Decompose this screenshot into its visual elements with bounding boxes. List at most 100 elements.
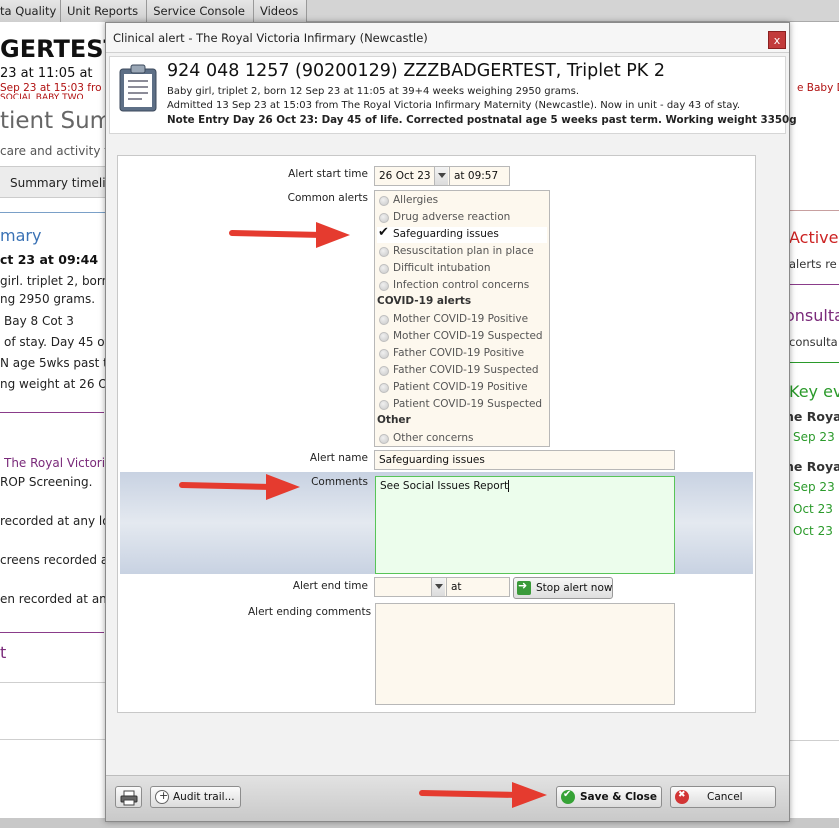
radio-icon — [379, 264, 389, 274]
alert-option-father-covid-positive[interactable]: Father COVID-19 Positive — [377, 346, 547, 362]
bg-hospital-link[interactable]: The Royal Victoria — [4, 456, 110, 470]
patient-name: 924 048 1257 (90200129) ZZZBADGERTEST, T… — [167, 61, 665, 81]
close-button[interactable]: x — [768, 31, 786, 49]
tab-service-console[interactable]: Service Console — [147, 0, 254, 22]
close-icon: x — [773, 34, 781, 47]
bg-tab-strip: Summary timelin — [0, 166, 110, 198]
alert-name-input[interactable]: Safeguarding issues — [374, 450, 675, 470]
bg-consult-heading: onsulta — [785, 306, 839, 325]
alert-option-difficult-intubation[interactable]: Difficult intubation — [377, 261, 547, 277]
radio-icon — [379, 366, 389, 376]
bg-rop-text: ROP Screening. — [0, 475, 93, 489]
tab-videos[interactable]: Videos — [254, 0, 308, 22]
divider — [0, 412, 104, 413]
bg-consult-text: consulta — [789, 335, 838, 349]
bg-alerts-text: alerts re — [789, 257, 837, 271]
alert-option-other-concerns[interactable]: Other concerns — [377, 431, 547, 447]
alert-option-patient-covid-suspected[interactable]: Patient COVID-19 Suspected — [377, 397, 547, 413]
bg-royal-2: he Royal — [785, 459, 839, 474]
patient-note-line: Note Entry Day 26 Oct 23: Day 45 of life… — [167, 114, 797, 126]
alert-ending-comments-textarea[interactable] — [375, 603, 675, 705]
dropdown-arrow-icon[interactable] — [434, 167, 448, 185]
divider — [0, 682, 110, 683]
dialog-title: Clinical alert - The Royal Victoria Infi… — [113, 31, 428, 45]
radio-icon — [379, 332, 389, 342]
bg-summary-heading: mary — [0, 226, 42, 245]
other-alerts-group-label: Other — [377, 414, 411, 426]
radio-icon — [379, 196, 389, 206]
alert-option-mother-covid-suspected[interactable]: Mother COVID-19 Suspected — [377, 329, 547, 345]
radio-icon — [379, 400, 389, 410]
alert-option-father-covid-suspected[interactable]: Father COVID-19 Suspected — [377, 363, 547, 379]
annotation-arrow-icon — [229, 222, 350, 248]
radio-icon — [379, 383, 389, 393]
patient-banner: 924 048 1257 (90200129) ZZZBADGERTEST, T… — [109, 56, 797, 134]
bg-date-1: Sep 23 — [793, 430, 835, 444]
radio-icon — [379, 315, 389, 325]
alert-option-patient-covid-positive[interactable]: Patient COVID-19 Positive — [377, 380, 547, 396]
save-and-close-button[interactable]: Save & Close — [556, 786, 662, 808]
alert-start-date-input[interactable]: 26 Oct 23 — [374, 166, 452, 186]
alert-start-time-label: Alert start time — [288, 168, 368, 180]
cancel-icon — [675, 790, 689, 804]
comments-textarea[interactable]: See Social Issues Report — [375, 476, 675, 574]
audit-icon — [155, 789, 169, 804]
divider — [0, 739, 110, 740]
bg-active-heading: Active — [789, 228, 839, 247]
dropdown-arrow-icon[interactable] — [431, 578, 445, 596]
clipboard-icon — [119, 64, 157, 112]
covid-alerts-group-label: COVID-19 alerts — [377, 295, 472, 307]
bg-detail-5: N age 5wks past te — [0, 356, 110, 370]
alert-form: Alert start time 26 Oct 23 at 09:57 Comm… — [117, 155, 756, 713]
background-right-panel: e Baby Di Active alerts re onsulta consu… — [785, 22, 839, 828]
bg-date-4: Oct 23 — [793, 524, 833, 538]
alert-end-time-input[interactable]: at — [446, 577, 510, 597]
common-alerts-label: Common alerts — [287, 192, 368, 204]
alert-option-infection-control[interactable]: Infection control concerns — [377, 278, 547, 294]
bg-section-fragment: t — [0, 643, 7, 662]
divider — [785, 740, 839, 741]
dialog-title-bar[interactable]: Clinical alert - The Royal Victoria Infi… — [106, 23, 789, 53]
save-icon — [561, 789, 575, 804]
alert-start-time-input[interactable]: at 09:57 — [449, 166, 510, 186]
divider — [785, 210, 839, 211]
annotation-arrow-icon — [179, 474, 300, 500]
cancel-button[interactable]: Cancel — [670, 786, 776, 808]
radio-icon — [379, 247, 389, 257]
alert-ending-comments-label: Alert ending comments — [248, 606, 372, 618]
background-top-tab-bar: ta Quality Unit Reports Service Console … — [0, 0, 839, 22]
check-icon: ✔ — [378, 225, 389, 240]
radio-icon — [379, 349, 389, 359]
common-alerts-list: Allergies Drug adverse reaction ✔ Safegua… — [374, 190, 550, 447]
alert-option-safeguarding-issues[interactable]: ✔ Safeguarding issues — [377, 225, 547, 243]
bg-detail-6: ng weight at 26 Oc — [0, 377, 110, 391]
bg-detail-2: ng 2950 grams. — [0, 292, 96, 306]
bg-key-events-heading: Key ev — [789, 382, 839, 401]
text-cursor — [508, 480, 510, 492]
divider — [0, 212, 110, 213]
bg-section-title: tient Sum — [0, 108, 110, 134]
stop-alert-now-button[interactable]: Stop alert now — [513, 577, 613, 599]
alert-end-date-input[interactable] — [374, 577, 449, 597]
alert-option-allergies[interactable]: Allergies — [377, 193, 547, 209]
audit-trail-button[interactable]: Audit trail... — [150, 786, 241, 808]
bg-recorded-3: en recorded at any — [0, 592, 110, 606]
alert-option-resuscitation-plan[interactable]: Resuscitation plan in place — [377, 244, 547, 260]
patient-admission-line: Admitted 13 Sep 23 at 15:03 from The Roy… — [167, 100, 741, 111]
alert-option-mother-covid-positive[interactable]: Mother COVID-19 Positive — [377, 312, 547, 328]
radio-icon — [379, 213, 389, 223]
tab-data-quality[interactable]: ta Quality — [0, 0, 61, 22]
stop-alert-icon — [517, 579, 531, 595]
patient-birth-line: Baby girl, triplet 2, born 12 Sep 23 at … — [167, 86, 580, 97]
bg-date-2: Sep 23 — [793, 480, 835, 494]
divider — [0, 632, 104, 633]
bg-detail-4: of stay. Day 45 of — [4, 335, 109, 349]
annotation-arrow-icon — [419, 782, 547, 808]
bg-detail-3: Bay 8 Cot 3 — [4, 314, 74, 328]
print-button[interactable] — [115, 786, 142, 808]
bg-summary-timeline-tab[interactable]: Summary timelin — [10, 176, 110, 190]
bg-summary-date: ct 23 at 09:44 — [0, 252, 99, 267]
alert-option-drug-adverse-reaction[interactable]: Drug adverse reaction — [377, 210, 547, 226]
radio-icon — [379, 281, 389, 291]
tab-unit-reports[interactable]: Unit Reports — [61, 0, 148, 22]
